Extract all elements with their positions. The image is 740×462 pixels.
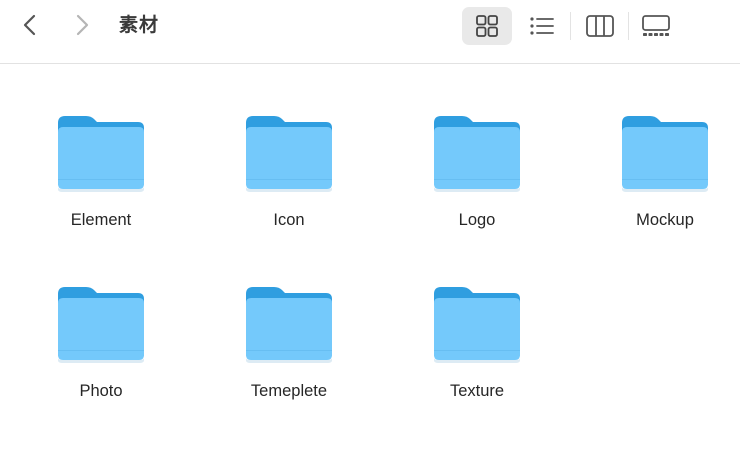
folder-item-temeplete[interactable]: Temeplete (218, 240, 358, 400)
list-view-button[interactable] (520, 7, 564, 45)
forward-button[interactable] (67, 10, 97, 40)
list-icon (530, 17, 554, 35)
window-title: 素材 (119, 14, 160, 36)
folder-icon (434, 287, 520, 363)
columns-icon (586, 15, 614, 37)
folder-label: Texture (449, 382, 505, 400)
column-view-button[interactable] (578, 7, 622, 45)
folder-item-icon[interactable]: Icon (218, 69, 358, 229)
folder-item-photo[interactable]: Photo (30, 240, 170, 400)
back-button[interactable] (15, 10, 45, 40)
folder-label: Mockup (636, 211, 694, 229)
folder-icon (434, 116, 520, 192)
folder-label: Photo (79, 382, 123, 400)
finder-window: 素材 Element Icon Logo Mockup Photo Temepl… (0, 0, 740, 462)
folder-item-mockup[interactable]: Mockup (594, 69, 734, 229)
folder-item-texture[interactable]: Texture (406, 240, 546, 400)
toolbar: 素材 (0, 0, 740, 64)
icon-view-button[interactable] (462, 7, 512, 45)
grid-icon (476, 15, 498, 37)
folder-icon (246, 116, 332, 192)
folder-label: Temeplete (250, 382, 328, 400)
toolbar-separator (570, 12, 571, 40)
folder-icon (58, 116, 144, 192)
chevron-left-icon (23, 14, 36, 36)
folder-icon (622, 116, 708, 192)
folder-item-element[interactable]: Element (30, 69, 170, 229)
folder-label: Icon (273, 211, 305, 229)
folder-label: Element (70, 211, 132, 229)
toolbar-separator (628, 12, 629, 40)
folder-label: Logo (458, 211, 496, 229)
gallery-view-button[interactable] (634, 7, 678, 45)
folder-icon (246, 287, 332, 363)
folder-grid: Element Icon Logo Mockup Photo Temeplete… (0, 65, 740, 462)
folder-item-logo[interactable]: Logo (406, 69, 546, 229)
gallery-icon (642, 15, 670, 36)
folder-icon (58, 287, 144, 363)
chevron-right-icon (76, 14, 89, 36)
